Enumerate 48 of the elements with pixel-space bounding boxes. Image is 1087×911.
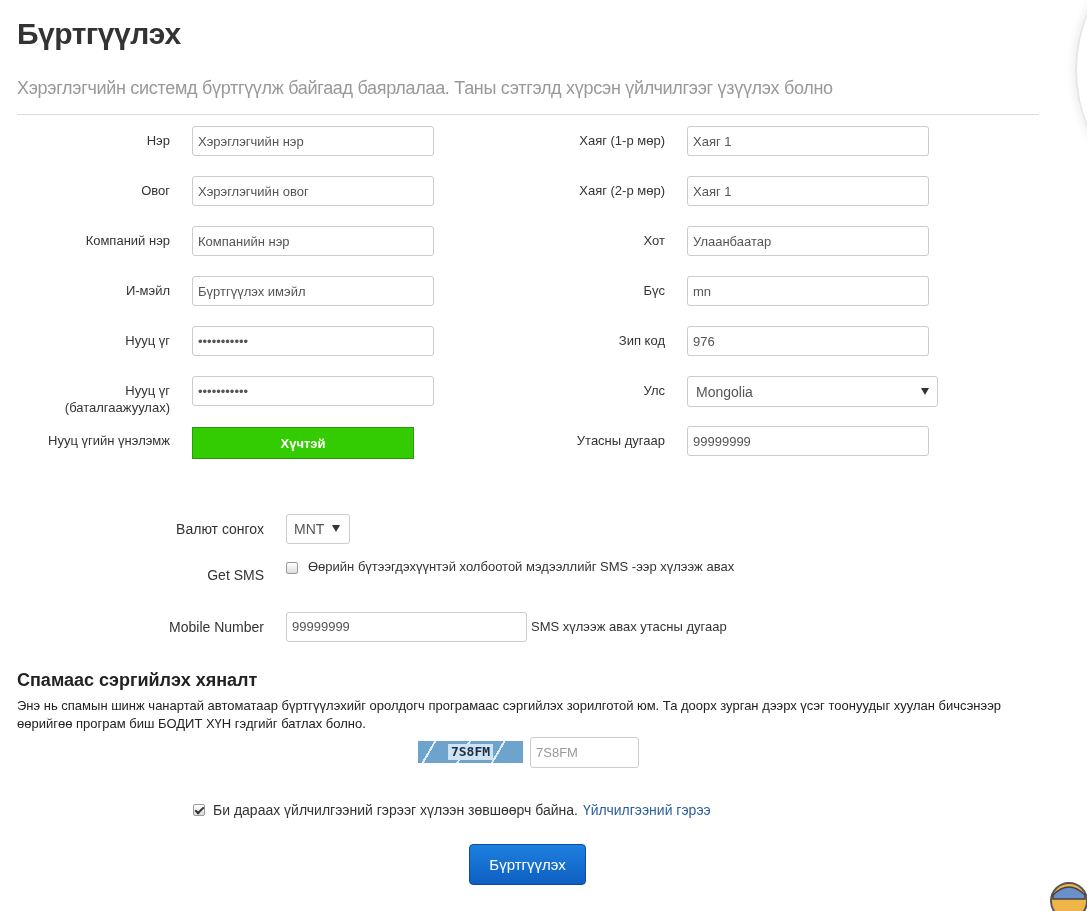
checkbox-label: Би дараах үйлчилгээний гэрээг хүлээн зөвшөөрч байна. [213,802,578,818]
field-label: Компаний нэр [84,232,170,249]
field-label: Get SMS [206,566,264,583]
terms-link[interactable]: Үйлчилгээний гэрээ [582,802,711,818]
checkbox-label: Өөрийн бүтээгдэхүүнтэй холбоотой мэдээллийг SMS -ээр хүлээж авах [308,559,735,574]
page-title: Бүртгүүлэх [17,16,182,52]
input-field[interactable]: Хэрэглэгчийн овог [192,176,434,206]
input-field[interactable]: Улаанбаатар [687,226,929,256]
field-label: Валют сонгох [175,520,264,537]
checkbox[interactable] [286,562,298,574]
field-label: Зип код [617,332,665,349]
register-button[interactable]: Бүртгүүлэх [469,844,586,885]
input-field[interactable]: 976 [687,326,929,356]
input-field[interactable]: ••••••••••• [192,326,434,356]
field-label: Нууц үг (баталгаажуулах) [63,382,170,416]
field-label: Овог [140,182,170,199]
input-field[interactable]: Хаяг 1 [687,126,929,156]
field-label: Mobile Number [168,618,264,635]
field-label: Хот [642,232,665,249]
field-label: Нууц үгийн үнэлэмж [47,432,170,449]
input-field[interactable]: 99999999 [286,611,527,642]
caret-icon [921,388,929,395]
input-field[interactable]: Хаяг 1 [687,176,929,206]
page-subtitle: Хэрэглэгчийн системд бүртгүүлж байгаад баярлалаа. Таны сэтгэлд хүрсэн үйлчилгээг үзүүлэх болно [17,78,834,98]
input-field[interactable]: Компанийн нэр [192,226,434,256]
field-label: Улс [642,382,665,399]
captcha-field[interactable]: 7S8FM [530,737,639,768]
input-field[interactable]: ••••••••••• [192,376,434,406]
field-label: И-мэйл [124,282,170,299]
section-heading: Спамаас сэргийлэх хяналт [17,669,259,691]
field-label: Хаяг (2-р мөр) [578,182,665,199]
field-hint: SMS хүлээж авах утасны дугаар [531,619,727,634]
input-field[interactable]: mn [687,276,929,306]
field-label: Хаяг (1-р мөр) [578,132,665,149]
input-field[interactable]: Бүртгүүлэх имэйл [192,276,434,306]
checkbox[interactable] [193,804,205,816]
input-field[interactable]: Хэрэглэгчийн нэр [192,126,434,156]
strength-meter: Хүчтэй [192,427,414,459]
country-select[interactable]: Mongolia [687,376,938,407]
field-label: Нууц үг [124,332,170,349]
field-label: Нэр [145,132,170,149]
caret-icon [332,525,341,532]
captcha-text: 7S8FM [447,744,494,760]
section-description: Энэ нь спамын шинж чанартай автоматаар бүртгүүлэхийг оролдогч програмаас сэргийлэх зорилготой юм. Та доорх зурган дээрх үсэг тоонуудыг хуулан бичсэнээр өөрийгөө програм биш БОДИТ ХҮН гэдгийг батлах болно. [17,697,1003,733]
currency-select[interactable]: MNT [286,513,350,544]
field-label: Утасны дугаар [575,432,665,449]
input-field[interactable]: 99999999 [687,426,929,456]
field-label: Бүс [642,282,665,299]
